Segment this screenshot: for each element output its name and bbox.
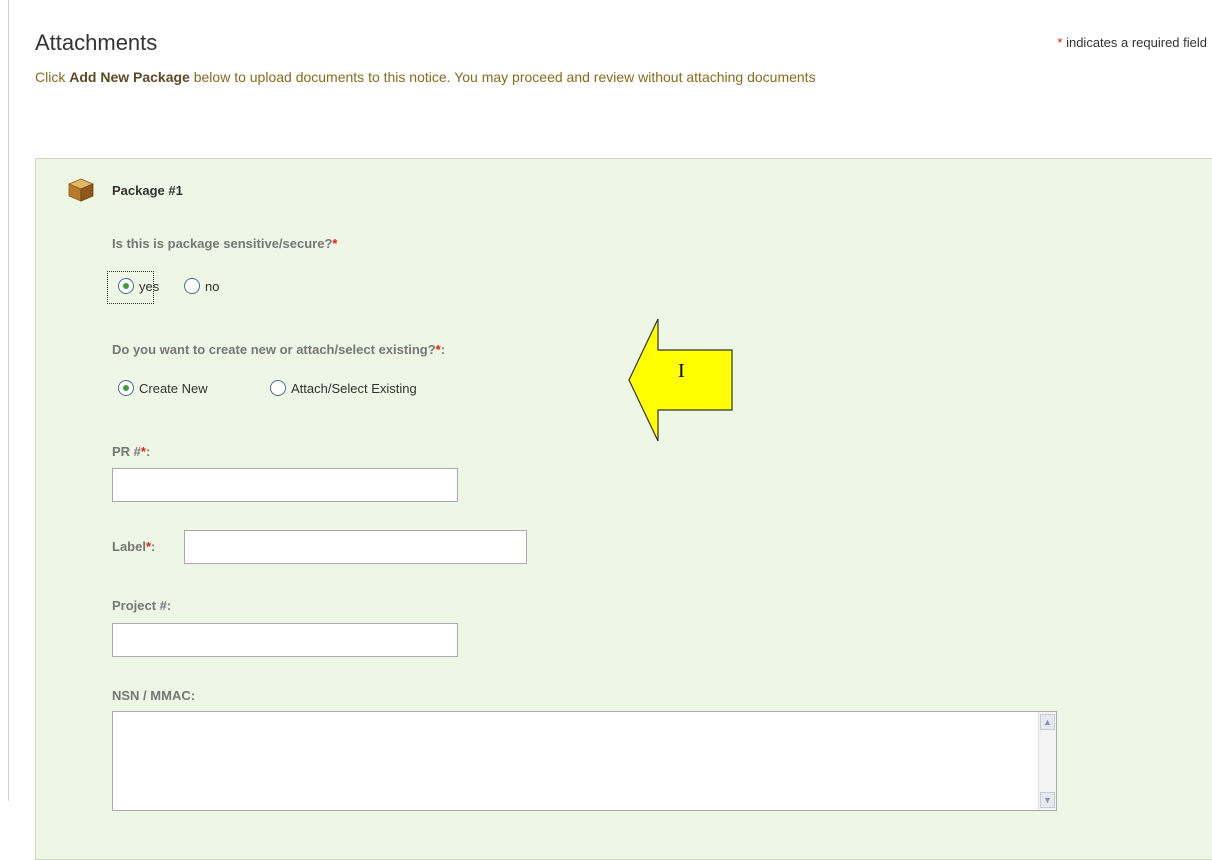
pr-number-label: PR #*: [112,444,150,459]
radio-attach-select-existing[interactable]: Attach/Select Existing [270,380,417,396]
pr-number-input[interactable] [112,468,458,502]
required-field-note: * indicates a required field [1057,35,1207,50]
page-title: Attachments [35,30,158,55]
sensitive-question: Is this is package sensitive/secure?* [112,236,337,251]
intro-prefix: Click [35,69,70,85]
radio-sensitive-no[interactable]: no [184,278,219,294]
create-mode-question-text: Do you want to create new or attach/sele… [112,342,436,357]
left-divider [8,0,9,801]
radio-create-new[interactable]: Create New [118,380,208,396]
required-star: * [332,236,338,251]
radio-label: no [205,278,220,294]
create-mode-question: Do you want to create new or attach/sele… [112,342,445,357]
nsn-mmac-label: NSN / MMAC: [112,688,196,703]
radio-button[interactable] [270,380,286,396]
colon: : [145,444,151,459]
scroll-up-icon[interactable]: ▲ [1040,714,1055,730]
label-label-text: Label [112,539,146,554]
intro-text: Click Add New Package below to upload do… [35,66,1165,89]
radio-label: yes [139,278,160,294]
scroll-down-icon[interactable]: ▼ [1040,792,1055,808]
label-input[interactable] [184,530,527,564]
sensitive-question-text: Is this is package sensitive/secure? [112,236,333,251]
radio-button[interactable] [118,278,134,294]
colon: : [440,342,446,357]
colon: : [151,539,156,554]
radio-button[interactable] [184,278,200,294]
callout-label: I [678,360,685,382]
pr-label-text: PR # [112,444,141,459]
label-field-label: Label*: [112,539,155,554]
package-title: Package #1 [112,183,183,198]
project-number-label: Project #: [112,598,172,613]
radio-label: Attach/Select Existing [291,380,417,396]
radio-sensitive-yes[interactable]: yes [118,278,159,294]
radio-label: Create New [139,380,208,396]
package-box-icon [68,178,94,202]
intro-suffix: below to upload documents to this notice… [189,69,816,85]
required-note-text: indicates a required field [1062,35,1207,50]
intro-bold-action: Add New Package [69,69,190,85]
radio-button[interactable] [118,380,134,396]
project-number-input[interactable] [112,623,458,657]
nsn-mmac-textarea[interactable]: ▲ ▼ [112,711,1057,811]
textarea-scrollbar[interactable]: ▲ ▼ [1038,712,1056,810]
